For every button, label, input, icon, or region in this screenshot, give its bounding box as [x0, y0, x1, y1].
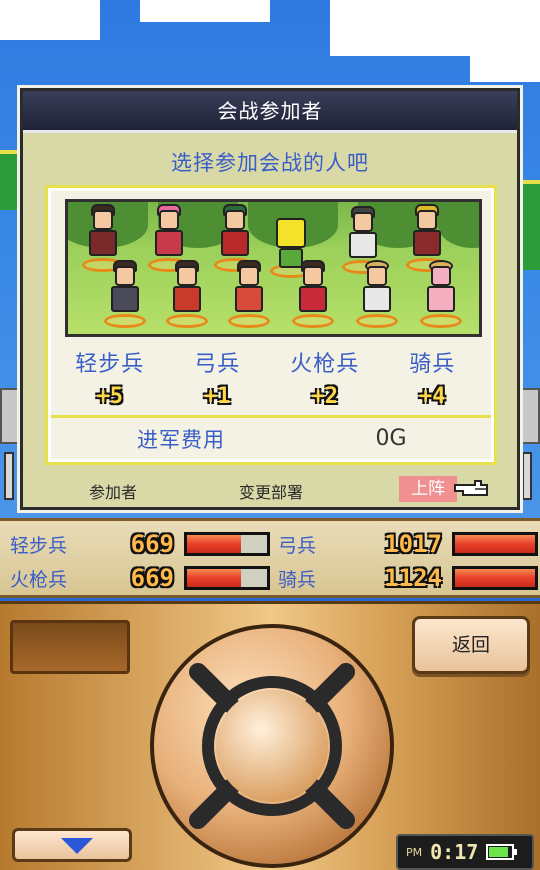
deploy-button[interactable]: 上阵 — [399, 476, 457, 502]
unit-bonus-value: +5 — [96, 384, 124, 409]
unit-bonus: 弓兵 +1 — [167, 346, 267, 409]
cloud — [140, 0, 270, 22]
info-screen — [10, 620, 130, 674]
stat-row: 弓兵 1017 — [278, 529, 538, 559]
unit-type-label: 弓兵 — [194, 352, 241, 377]
unit-bonus: 火枪兵 +2 — [275, 346, 375, 409]
clock-time: 0:17 — [430, 840, 479, 864]
stat-bar — [452, 532, 538, 556]
back-button[interactable]: 返回 — [412, 616, 530, 674]
stat-bar — [184, 532, 270, 556]
stat-label: 弓兵 — [278, 534, 317, 557]
stat-row: 轻步兵 669 — [10, 529, 270, 559]
warrior-sprite[interactable] — [226, 258, 272, 328]
controller-panel: 返回 PM 0:17 — [0, 601, 540, 870]
stat-value: 1124 — [384, 564, 442, 592]
dialog-footer: 参加者 变更部署 上阵 — [23, 473, 517, 507]
unit-bonus-row: 轻步兵 +5 弓兵 +1 火枪兵 +2 骑兵 +4 — [48, 346, 494, 409]
change-deployment-button[interactable]: 变更部署 — [223, 479, 319, 503]
battle-participants-dialog: 会战参加者 选择参加会战的人吧 轻步兵 +5 弓兵 +1 火枪兵 +2 骑兵 +… — [20, 88, 520, 510]
arrow-down-icon — [61, 838, 93, 854]
pier — [0, 388, 22, 444]
army-formation[interactable] — [65, 199, 482, 337]
warrior-sprite[interactable] — [164, 258, 210, 328]
dialog-prompt: 选择参加会战的人吧 — [171, 151, 369, 175]
warrior-sprite[interactable] — [354, 258, 400, 328]
stat-label: 轻步兵 — [10, 534, 68, 557]
clock-period: PM — [406, 845, 423, 859]
army-stats: 轻步兵 669 弓兵 1017 火枪兵 669 骑兵 1124 — [0, 518, 540, 598]
stat-bar — [184, 566, 270, 590]
stat-label: 骑兵 — [278, 568, 317, 591]
game-clock: PM 0:17 — [396, 834, 534, 870]
unit-bonus: 轻步兵 +5 — [60, 346, 160, 409]
fence-post — [522, 452, 532, 500]
directional-pad[interactable] — [146, 622, 398, 870]
stat-row: 骑兵 1124 — [278, 563, 538, 593]
pier — [518, 388, 540, 444]
unit-bonus-value: +4 — [419, 384, 446, 409]
dialog-title: 会战参加者 — [23, 91, 517, 133]
stat-value: 1017 — [384, 530, 442, 558]
stat-bar — [452, 566, 538, 590]
stat-value: 669 — [130, 564, 174, 592]
stat-row: 火枪兵 669 — [10, 563, 270, 593]
fence-post — [4, 452, 14, 500]
scroll-down-button[interactable] — [12, 828, 132, 862]
army-panel: 轻步兵 +5 弓兵 +1 火枪兵 +2 骑兵 +4 进军费用 0G — [45, 185, 497, 465]
march-cost-value: 0G — [375, 426, 407, 451]
stat-label: 火枪兵 — [10, 568, 68, 591]
unit-type-label: 骑兵 — [409, 352, 456, 377]
unit-type-label: 火枪兵 — [290, 352, 360, 377]
battery-icon — [486, 844, 518, 860]
pointing-hand-icon — [454, 480, 488, 496]
pig-sprite[interactable] — [418, 258, 464, 328]
march-cost-row: 进军费用 0G — [51, 415, 491, 459]
unit-bonus: 骑兵 +4 — [382, 346, 482, 409]
warrior-sprite[interactable] — [102, 258, 148, 328]
unit-type-label: 轻步兵 — [75, 352, 145, 377]
cloud — [0, 0, 100, 40]
cloud — [470, 56, 540, 82]
march-cost-label: 进军费用 — [137, 427, 225, 452]
stat-value: 669 — [130, 530, 174, 558]
warrior-sprite[interactable] — [290, 258, 336, 328]
unit-bonus-value: +2 — [311, 384, 339, 409]
unit-bonus-value: +1 — [204, 384, 231, 409]
cloud — [330, 0, 540, 56]
participants-button[interactable]: 参加者 — [75, 479, 151, 503]
